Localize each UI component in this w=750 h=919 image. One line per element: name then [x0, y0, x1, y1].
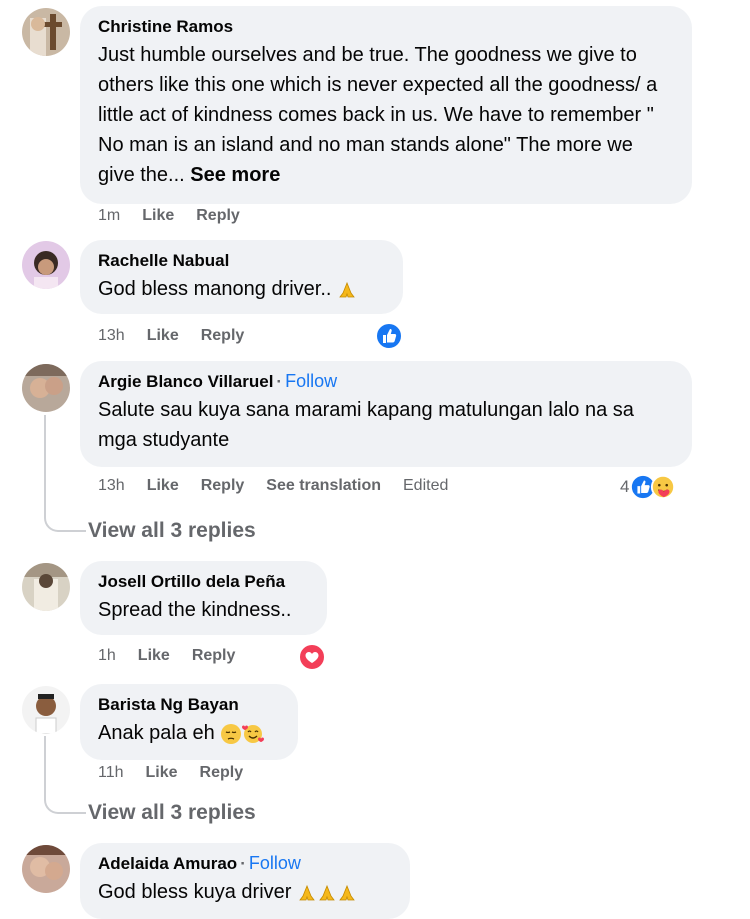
- like-button[interactable]: Like: [147, 477, 179, 495]
- comment-actions: 1m Like Reply: [98, 207, 262, 225]
- commenter-name[interactable]: Josell Ortillo dela Peña: [98, 571, 309, 593]
- comment-body: Anak pala eh: [98, 722, 215, 744]
- commenter-name[interactable]: Barista Ng Bayan: [98, 694, 280, 716]
- smiling-face-with-hearts-emoji-icon: [242, 724, 265, 743]
- pensive-face-emoji-icon: [221, 723, 242, 744]
- care-reaction-icon: [651, 474, 676, 500]
- praying-hands-emoji-icon: [319, 884, 335, 901]
- reply-button[interactable]: Reply: [201, 327, 245, 345]
- view-replies-link[interactable]: View all 3 replies: [88, 519, 256, 543]
- comment-bubble: Barista Ng Bayan Anak pala eh: [80, 684, 298, 760]
- comment-actions: 11h Like Reply: [98, 764, 265, 782]
- avatar[interactable]: [22, 241, 70, 289]
- edited-label: Edited: [403, 477, 449, 494]
- reply-button[interactable]: Reply: [201, 477, 245, 495]
- avatar[interactable]: [22, 364, 70, 412]
- praying-hands-emoji-icon: [339, 884, 355, 901]
- reactions[interactable]: [375, 322, 403, 350]
- commenter-name[interactable]: Rachelle Nabual: [98, 250, 385, 272]
- comment-text: God bless manong driver..: [98, 274, 385, 304]
- avatar[interactable]: [22, 686, 70, 734]
- love-reaction-icon: [298, 643, 326, 671]
- see-more-link[interactable]: See more: [190, 164, 280, 186]
- comment-bubble: Christine Ramos Just humble ourselves an…: [80, 6, 692, 204]
- praying-hands-emoji-icon: [299, 884, 315, 901]
- comment-bubble: Argie Blanco Villaruel · Follow Salute sau…: [80, 361, 692, 467]
- view-replies-link[interactable]: View all 3 replies: [88, 801, 256, 825]
- comment-text: Anak pala eh: [98, 718, 280, 748]
- comment-bubble: Rachelle Nabual God bless manong driver.…: [80, 240, 403, 314]
- avatar[interactable]: [22, 845, 70, 893]
- comment-bubble: Josell Ortillo dela Peña Spread the kind…: [80, 561, 327, 635]
- reactions[interactable]: 4: [620, 474, 676, 500]
- reply-button[interactable]: Reply: [192, 647, 236, 665]
- comment-text: Salute sau kuya sana marami kapang matul…: [98, 399, 634, 451]
- comment-body: Just humble ourselves and be true. The g…: [98, 44, 658, 186]
- comment-bubble: Adelaida Amurao · Follow God bless kuya dr…: [80, 843, 410, 919]
- comment-actions: 1h Like Reply: [98, 647, 257, 665]
- like-button[interactable]: Like: [147, 327, 179, 345]
- timestamp[interactable]: 1h: [98, 647, 116, 665]
- commenter-name[interactable]: Adelaida Amurao: [98, 854, 237, 873]
- comment-text: God bless kuya driver: [98, 877, 392, 907]
- reaction-count: 4: [620, 477, 630, 496]
- like-reaction-icon: [375, 322, 403, 350]
- avatar[interactable]: [22, 563, 70, 611]
- commenter-name[interactable]: Argie Blanco Villaruel: [98, 372, 273, 391]
- reply-button[interactable]: Reply: [200, 764, 244, 782]
- like-button[interactable]: Like: [142, 207, 174, 225]
- comment-actions: 13h Like Reply: [98, 327, 266, 345]
- like-button[interactable]: Like: [146, 764, 178, 782]
- follow-button[interactable]: Follow: [285, 371, 337, 391]
- comment-text: Just humble ourselves and be true. The g…: [98, 40, 674, 190]
- comment-body: God bless manong driver..: [98, 278, 332, 300]
- commenter-name[interactable]: Christine Ramos: [98, 16, 674, 38]
- timestamp[interactable]: 13h: [98, 477, 125, 495]
- praying-hands-emoji-icon: [339, 281, 355, 298]
- comment-actions: 13h Like Reply See translation Edited: [98, 477, 470, 495]
- comment-body: God bless kuya driver: [98, 881, 292, 903]
- timestamp[interactable]: 13h: [98, 327, 125, 345]
- thread-connector: [44, 415, 86, 532]
- timestamp[interactable]: 11h: [98, 764, 124, 782]
- thread-connector: [44, 736, 86, 814]
- like-button[interactable]: Like: [138, 647, 170, 665]
- reactions[interactable]: [298, 643, 326, 671]
- comment-text: Spread the kindness..: [98, 599, 292, 621]
- avatar[interactable]: [22, 8, 70, 56]
- timestamp[interactable]: 1m: [98, 207, 120, 225]
- follow-button[interactable]: Follow: [249, 853, 301, 873]
- see-translation-link[interactable]: See translation: [266, 477, 381, 495]
- reply-button[interactable]: Reply: [196, 207, 240, 225]
